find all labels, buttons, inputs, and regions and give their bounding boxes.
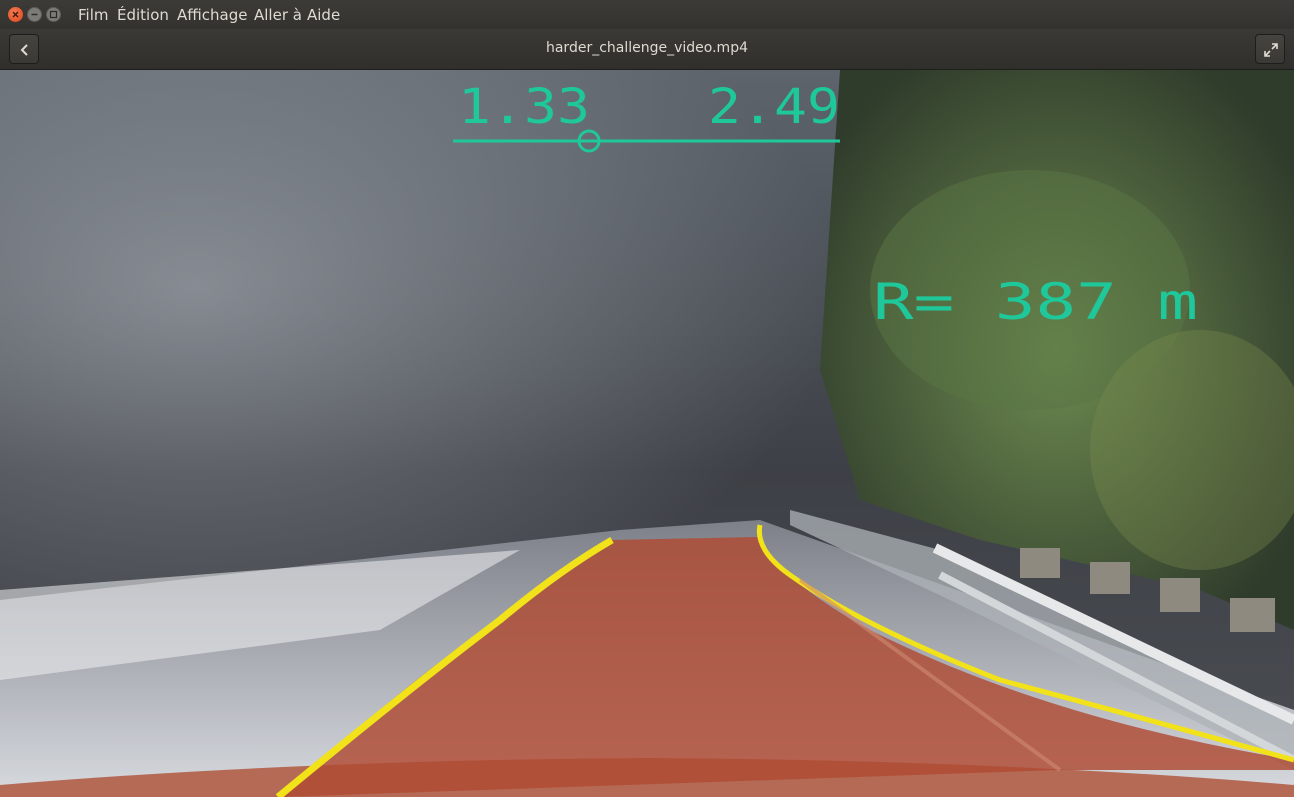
right-offset-value: 2.49 bbox=[708, 79, 840, 135]
curvature-radius-text: R= 387 m bbox=[873, 273, 1198, 331]
menu-affichage[interactable]: Affichage bbox=[177, 5, 247, 25]
maximize-icon[interactable] bbox=[46, 7, 61, 22]
fullscreen-button[interactable] bbox=[1255, 34, 1285, 64]
menu-aller-a[interactable]: Aller à bbox=[254, 5, 302, 25]
menu-film[interactable]: Film bbox=[78, 5, 108, 25]
window-title: harder_challenge_video.mp4 bbox=[545, 40, 748, 56]
minimize-icon[interactable] bbox=[27, 7, 42, 22]
menu-bar: Film Édition Affichage Aller à Aide bbox=[0, 0, 1294, 29]
video-frame[interactable]: 1.33 2.49 R= 387 m bbox=[0, 70, 1294, 797]
menu-aide[interactable]: Aide bbox=[307, 5, 340, 25]
menu-edition[interactable]: Édition bbox=[117, 5, 169, 25]
left-offset-value: 1.33 bbox=[458, 79, 590, 135]
close-icon[interactable] bbox=[8, 7, 23, 22]
header-bar: harder_challenge_video.mp4 bbox=[0, 29, 1294, 70]
fullscreen-icon bbox=[1264, 43, 1278, 57]
